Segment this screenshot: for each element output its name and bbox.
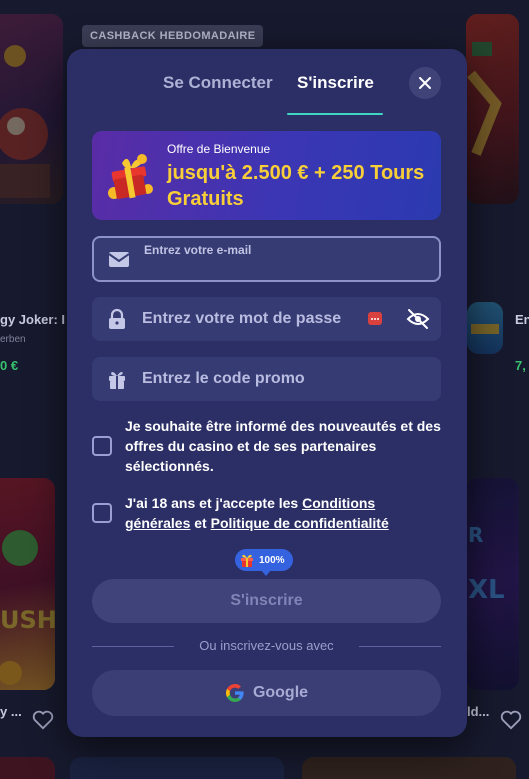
- game-card-tile[interactable]: [302, 757, 516, 779]
- cashback-badge: CASHBACK HEBDOMADAIRE: [82, 25, 264, 47]
- game-title: ld...: [467, 704, 490, 719]
- close-icon: [419, 77, 431, 89]
- game-card-tile[interactable]: [466, 14, 519, 204]
- offer-amount: jusqu'à 2.500 € + 250 Tours Gratuits: [167, 162, 425, 210]
- terms-label: J'ai 18 ans et j'accepte les Conditions …: [125, 493, 425, 533]
- game-card-tile[interactable]: [467, 302, 503, 354]
- game-provider: erben: [0, 334, 26, 345]
- favorite-heart-icon[interactable]: [500, 710, 522, 730]
- newsletter-consent: Je souhaite être informé des nouveautés …: [92, 415, 441, 477]
- welcome-offer-banner: Offre de Bienvenue jusqu'à 2.500 € + 250…: [92, 131, 441, 220]
- progress-percent: 100%: [259, 554, 285, 566]
- offer-label: Offre de Bienvenue: [167, 142, 271, 156]
- game-title: gy Joker: I: [0, 312, 66, 327]
- terms-consent: J'ai 18 ans et j'accepte les Conditions …: [92, 492, 441, 534]
- password-manager-icon[interactable]: [368, 312, 382, 325]
- google-icon: [225, 684, 244, 702]
- tab-signup[interactable]: S'inscrire: [297, 73, 374, 93]
- game-card-tile[interactable]: [0, 14, 63, 204]
- close-button[interactable]: [409, 67, 441, 99]
- svg-text:R: R: [468, 523, 483, 547]
- svg-text:USH: USH: [0, 606, 55, 634]
- newsletter-label: Je souhaite être informé des nouveautés …: [125, 418, 441, 474]
- auth-tabs: Se Connecter S'inscrire: [67, 49, 467, 115]
- password-placeholder: Entrez votre mot de passe: [142, 310, 342, 327]
- game-price: 7,: [515, 358, 526, 373]
- google-signup-button[interactable]: Google: [92, 670, 441, 716]
- newsletter-checkbox[interactable]: [92, 436, 112, 456]
- svg-text:XL: XL: [468, 575, 505, 605]
- social-divider: Ou inscrivez-vous avec: [92, 637, 441, 655]
- gift-icon: [109, 372, 125, 389]
- progress-badge: 100%: [235, 549, 293, 576]
- game-card-tile[interactable]: USH: [0, 478, 55, 690]
- terms-checkbox[interactable]: [92, 503, 112, 523]
- game-title: y ...: [0, 704, 22, 719]
- gift-icon: [241, 554, 253, 567]
- game-card-tile[interactable]: XL R: [466, 478, 519, 690]
- gift-box-icon: [108, 154, 153, 199]
- terms-and: et: [190, 515, 211, 531]
- game-card-tile[interactable]: [0, 757, 55, 779]
- active-tab-indicator: [287, 113, 383, 115]
- signup-submit-button[interactable]: S'inscrire: [92, 579, 441, 623]
- privacy-link[interactable]: Politique de confidentialité: [211, 515, 389, 531]
- tab-login[interactable]: Se Connecter: [163, 73, 273, 93]
- password-field[interactable]: Entrez votre mot de passe: [92, 297, 441, 341]
- eye-off-icon[interactable]: [406, 308, 430, 330]
- game-price: 0 €: [0, 358, 19, 373]
- email-placeholder: Entrez votre e-mail: [144, 243, 252, 257]
- email-field[interactable]: Entrez votre e-mail: [92, 236, 441, 282]
- divider-line-right: [359, 646, 441, 647]
- envelope-icon: [108, 252, 130, 267]
- lock-icon: [109, 308, 125, 329]
- game-card-tile[interactable]: [70, 757, 284, 779]
- terms-prefix: J'ai 18 ans et j'accepte les: [125, 495, 303, 511]
- game-title: En: [515, 312, 529, 327]
- promo-code-field[interactable]: Entrez le code promo: [92, 357, 441, 401]
- signup-modal: Se Connecter S'inscrire Offre de Bienven…: [67, 49, 467, 737]
- promo-placeholder: Entrez le code promo: [142, 370, 305, 387]
- google-label: Google: [252, 684, 309, 701]
- favorite-heart-icon[interactable]: [32, 710, 54, 730]
